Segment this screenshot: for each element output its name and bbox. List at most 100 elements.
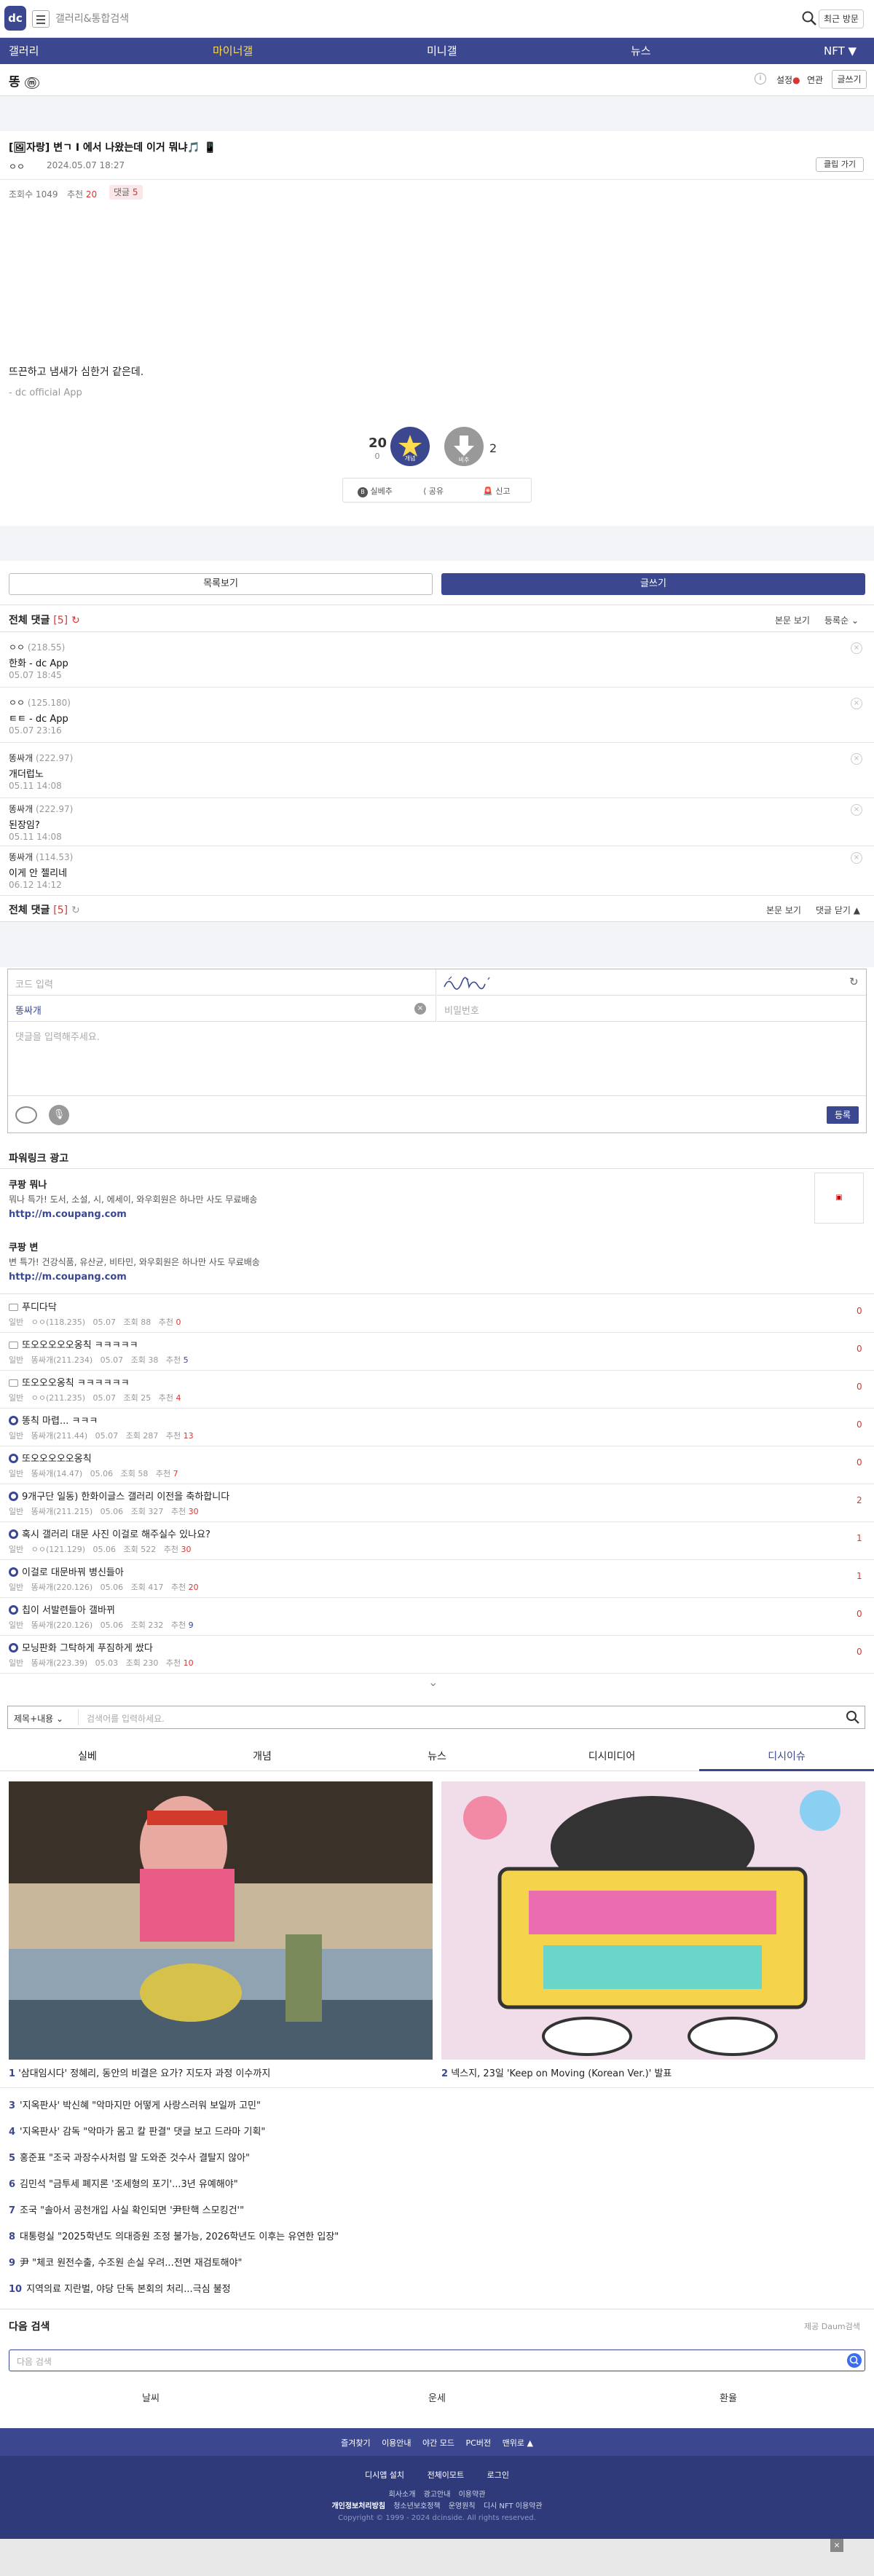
ad-thumbnail[interactable]: ▣ [814, 1173, 864, 1224]
feature-image-2[interactable] [441, 1781, 865, 2060]
ad-title[interactable]: 쿠팡 변 [9, 1240, 38, 1253]
delete-comment-icon[interactable]: × [851, 698, 862, 709]
reload-captcha-icon[interactable]: ↻ [849, 975, 859, 988]
tab-dc-media[interactable]: 디시미디어 [524, 1742, 699, 1771]
suggestion-item[interactable]: 환율 [583, 2390, 874, 2404]
view-original-link[interactable]: 본문 보기 [775, 614, 810, 626]
footer-youth[interactable]: 청소년보호정책 [393, 2502, 440, 2510]
post-list-title[interactable]: 또오오오옹칙 ㅋㅋㅋㅋㅋㅋ [22, 1375, 130, 1389]
nav-news[interactable]: 뉴스 [631, 38, 651, 64]
nav-mini-gallery[interactable]: 미니갤 [427, 38, 457, 64]
tab-real-best[interactable]: 실베 [0, 1742, 175, 1771]
post-author[interactable]: ㅇㅇ [9, 160, 25, 173]
footer-top-link[interactable]: 맨위로 ▲ [503, 2438, 533, 2448]
ad-url[interactable]: http://m.coupang.com [9, 1209, 127, 1220]
ranking-item[interactable]: 8 대통령실 "2025학년도 의대증원 조정 불가능, 2026학년도 이후는 … [9, 2229, 339, 2242]
write-button-top[interactable]: 글쓰기 [832, 70, 867, 89]
footer-nft-terms[interactable]: 디시 NFT 이용약관 [484, 2502, 543, 2510]
post-list-item[interactable]: 또오오오오오옹칙 일반 똥싸개(14.47) 05.06 조회 58 추천 7 0 [0, 1446, 874, 1484]
recommend-button[interactable]: 개념 [390, 427, 430, 466]
list-button[interactable]: 목록보기 [9, 573, 433, 595]
post-list-item[interactable]: 이걸로 대문바꿔 병신들아 일반 똥싸개(220.126) 05.06 조회 41… [0, 1560, 874, 1598]
footer-guide-link[interactable]: 이용안내 [382, 2438, 411, 2448]
recent-visit-button[interactable]: 최근 방문 [819, 9, 864, 28]
post-list-title[interactable]: 칩이 서발련들아 갤바뀌 [22, 1602, 115, 1616]
emoticon-icon[interactable] [15, 1106, 37, 1124]
ranking-item[interactable]: 10 지역의료 지란벌, 야당 단독 본회의 처리...극심 불정 [9, 2281, 231, 2295]
footer-ad-info[interactable]: 광고안내 [424, 2491, 451, 2499]
copy-link-button[interactable]: 클립 가기 [816, 157, 864, 172]
search-icon[interactable] [801, 10, 817, 26]
nav-nft[interactable]: NFT ▼ [824, 38, 857, 64]
voice-icon[interactable]: 🎙 [49, 1105, 69, 1125]
report-button[interactable]: 🚨 신고 [483, 485, 510, 497]
submit-comment-button[interactable]: 등록 [827, 1106, 859, 1124]
feature-caption-2[interactable]: 2 넥스지, 23일 'Keep on Moving (Korean Ver.)… [441, 2065, 672, 2079]
post-list-item[interactable]: 9개구단 일동) 한화이글스 갤러리 이전을 축하합니다 일반 똥싸개(211.2… [0, 1484, 874, 1522]
search-input[interactable]: 갤러리&통합검색 [55, 9, 724, 29]
bottom-search-input[interactable]: 검색어를 입력하세요. [87, 1712, 165, 1725]
footer-terms[interactable]: 이용약관 [459, 2491, 486, 2499]
search-icon[interactable] [847, 2353, 862, 2368]
post-list-title[interactable]: 이걸로 대문바꿔 병신들아 [22, 1564, 124, 1578]
post-list-item[interactable]: 모닝판화 그탁하게 푸짐하게 쌌다 일반 똥싸개(223.39) 05.03 조회… [0, 1636, 874, 1674]
post-list-title[interactable]: 또오오오오오옹칙 [22, 1451, 92, 1465]
post-list-item[interactable]: 또오오오옹칙 ㅋㅋㅋㅋㅋㅋ 일반 ㅇㅇ(211.235) 05.07 조회 25 … [0, 1371, 874, 1409]
close-icon[interactable]: × [830, 2539, 843, 2552]
nav-minor-gallery[interactable]: 마이너갤 [213, 38, 253, 64]
post-list-item[interactable]: 똥칙 마렵... ㅋㅋㅋ 일반 똥싸개(211.44) 05.07 조회 287 … [0, 1409, 874, 1446]
post-list-item[interactable]: 칩이 서발련들아 갤바뀌 일반 똥싸개(220.126) 05.06 조회 232… [0, 1598, 874, 1636]
write-button[interactable]: 글쓰기 [441, 573, 865, 595]
footer-emote[interactable]: 전체이모트 [428, 2470, 465, 2480]
post-list-title[interactable]: 9개구단 일동) 한화이글스 갤러리 이전을 축하합니다 [22, 1489, 229, 1502]
more-chevron-icon[interactable]: ⌄ [428, 1675, 438, 1689]
search-type-select[interactable]: 제목+내용 ⌄ [14, 1712, 63, 1725]
tab-concept[interactable]: 개념 [175, 1742, 350, 1771]
password-input[interactable]: 비밀번호 [437, 996, 866, 1022]
collapse-comments-link[interactable]: 댓글 닫기 ▲ [816, 904, 860, 916]
tab-news[interactable]: 뉴스 [350, 1742, 524, 1771]
tab-dc-issue[interactable]: 디시이슈 [699, 1742, 874, 1771]
info-icon[interactable]: i [755, 73, 766, 84]
search-icon[interactable] [846, 1710, 860, 1725]
footer-privacy[interactable]: 개인정보처리방침 [331, 2502, 385, 2510]
post-list-title[interactable]: 혹시 갤러리 대문 사진 이걸로 해주실수 있나요? [22, 1527, 210, 1540]
nav-gallery[interactable]: 갤러리 [9, 38, 39, 64]
ranking-item[interactable]: 3 '지옥판사' 박신혜 "악마지만 어떻게 사랑스러워 보일까 고민" [9, 2098, 261, 2111]
share-button[interactable]: ⟨ 공유 [423, 485, 444, 497]
post-list-item[interactable]: 푸디다닥 일반 ㅇㅇ(118.235) 05.07 조회 88 추천 0 0 [0, 1295, 874, 1333]
delete-comment-icon[interactable]: × [851, 642, 862, 654]
ad-url[interactable]: http://m.coupang.com [9, 1272, 127, 1283]
footer-pc-version[interactable]: PC버전 [466, 2438, 492, 2448]
sort-select[interactable]: 등록순 ⌄ [824, 614, 859, 626]
downvote-button[interactable]: 비추 [444, 427, 484, 466]
footer-favorite-link[interactable]: 즐겨찾기 [341, 2438, 370, 2448]
ranking-item[interactable]: 9尹 "체코 원전수출, 수조원 손실 우려...전면 재검토해야" [9, 2255, 243, 2269]
view-original-link[interactable]: 본문 보기 [766, 904, 801, 916]
delete-comment-icon[interactable]: × [851, 804, 862, 816]
comment-count-badge[interactable]: 댓글 5 [109, 185, 143, 200]
settings-link[interactable]: 설정● [776, 74, 800, 86]
ad-title[interactable]: 쿠팡 뭐나 [9, 1177, 47, 1191]
footer-app-install[interactable]: 디시앱 설치 [365, 2470, 404, 2480]
suggestion-item[interactable]: 운세 [291, 2390, 583, 2404]
clear-icon[interactable]: × [414, 1003, 426, 1015]
footer-principle[interactable]: 운영원칙 [449, 2502, 476, 2510]
suggestion-item[interactable]: 날씨 [0, 2390, 302, 2404]
code-input[interactable]: 코드 입력 [8, 969, 436, 996]
nickname-input[interactable]: 똥싸개 [8, 996, 436, 1022]
delete-comment-icon[interactable]: × [851, 852, 862, 864]
refresh-icon[interactable]: ↻ [71, 905, 80, 916]
delete-comment-icon[interactable]: × [851, 753, 862, 765]
post-list-item[interactable]: 혹시 갤러리 대문 사진 이걸로 해주실수 있나요? 일반 ㅇㅇ(121.129)… [0, 1522, 874, 1560]
ranking-item[interactable]: 5 홍준표 "조국 과장수사처럼 말 도와준 것수사 결탈지 않아" [9, 2150, 250, 2164]
comment-textarea[interactable]: 댓글을 입력해주세요. [8, 1022, 866, 1096]
post-list-title[interactable]: 또오오오오오옹칙 ㅋㅋㅋㅋㅋ [22, 1337, 138, 1351]
footer-company[interactable]: 회사소개 [389, 2491, 416, 2499]
ranking-item[interactable]: 7 조국 "솔아서 공천개입 사실 확인되면 '尹탄핵 스모킹건'" [9, 2202, 244, 2216]
post-list-item[interactable]: 또오오오오오옹칙 ㅋㅋㅋㅋㅋ 일반 똥싸개(211.234) 05.07 조회 3… [0, 1333, 874, 1371]
dc-logo[interactable]: dc [4, 6, 26, 31]
related-link[interactable]: 연관 [807, 74, 823, 86]
feature-caption-1[interactable]: 1 '삼대임시다' 정혜리, 동안의 비결은 요가? 지도자 과정 이수까지 [9, 2065, 270, 2079]
ranking-item[interactable]: 4 '지옥판사' 감독 "악마가 몸고 칼 판결" 댓글 보고 드라마 기획" [9, 2124, 265, 2138]
